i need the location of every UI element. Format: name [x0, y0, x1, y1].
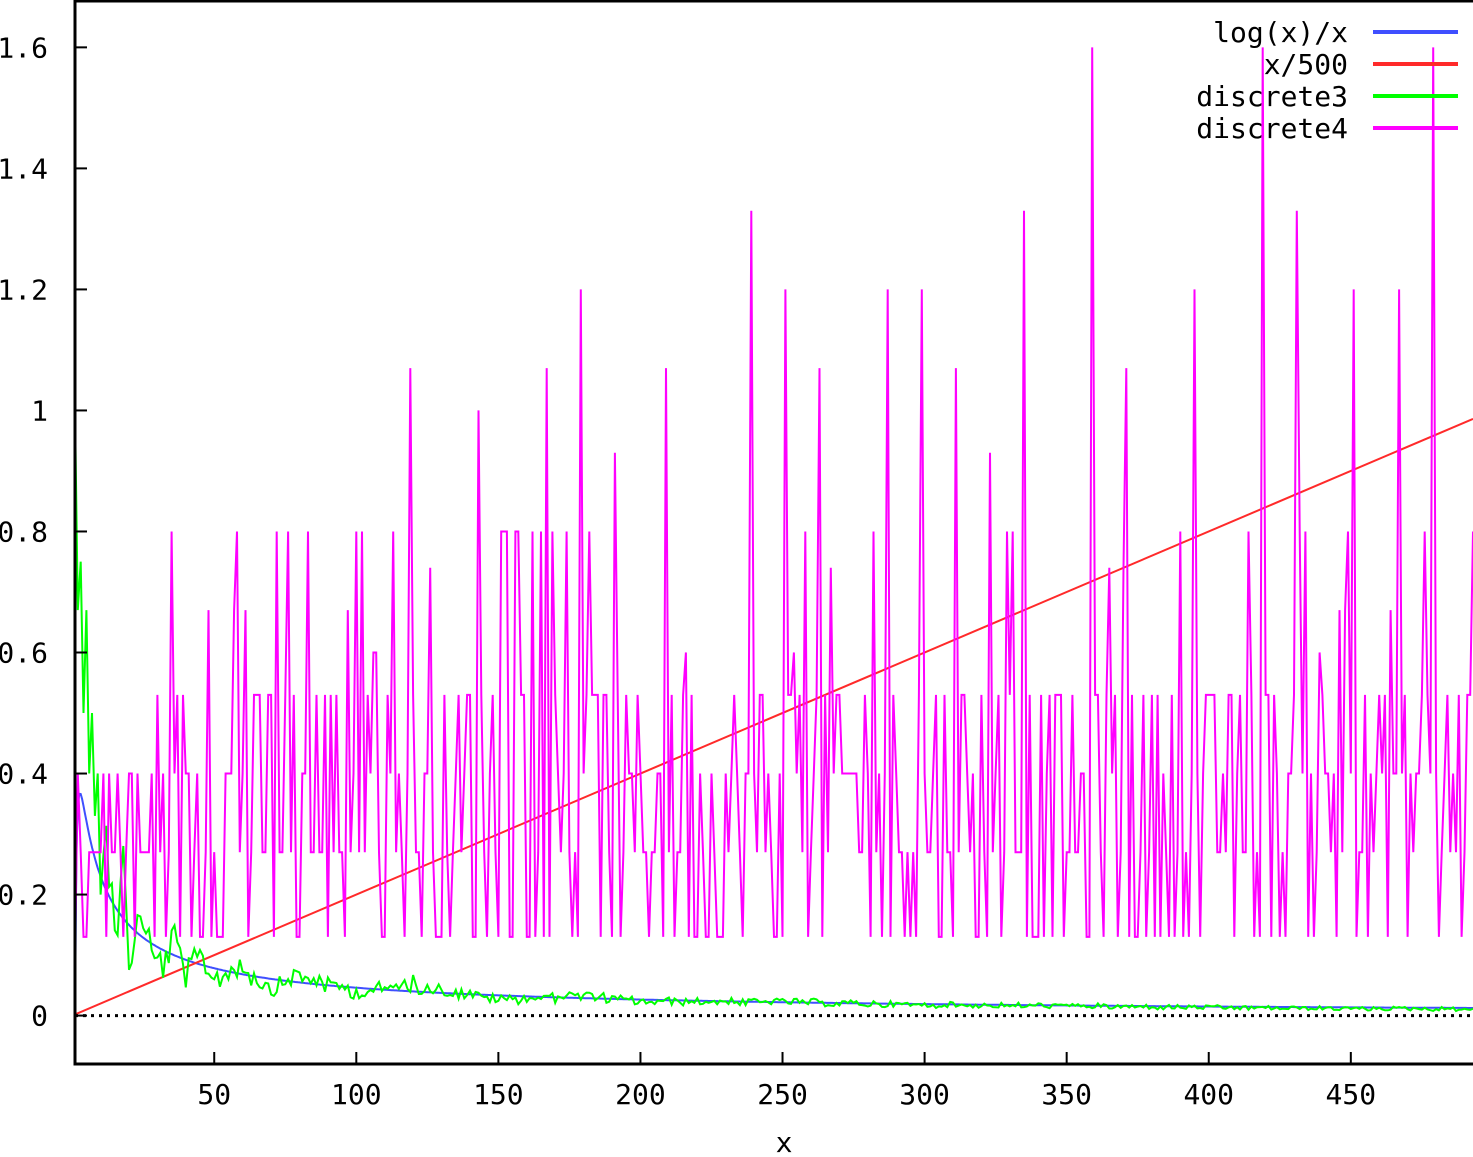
x-tick-label: 200 — [615, 1078, 666, 1111]
x-tick-label: 100 — [331, 1078, 382, 1111]
y-tick-label: 1.6 — [0, 31, 48, 64]
legend-label: discrete4 — [1196, 112, 1348, 145]
series-line-log-x-x — [75, 792, 1473, 1016]
y-tick-label: 1.2 — [0, 273, 48, 306]
y-tick-label: 0.2 — [0, 879, 48, 912]
legend-label: discrete3 — [1196, 80, 1348, 113]
legend-label: x/500 — [1264, 48, 1348, 81]
x-tick-label: 450 — [1326, 1078, 1377, 1111]
x-tick-label: 50 — [197, 1078, 231, 1111]
x-axis-title: x — [776, 1126, 793, 1157]
legend-label: log(x)/x — [1213, 16, 1348, 49]
y-tick-label: 1 — [31, 394, 48, 427]
y-tick-label: 0.6 — [0, 637, 48, 670]
axes: 0 0.2 0.4 0.6 0.8 1 1.2 1.4 1.6 50 100 150 200 250 300… — [0, 0, 1473, 1111]
y-tick-label: 0 — [31, 1000, 48, 1033]
series-line-discrete4 — [75, 47, 1473, 956]
x-tick-label: 150 — [473, 1078, 524, 1111]
x-tick-label: 400 — [1183, 1078, 1234, 1111]
legend: log(x)/xx/500discrete3discrete4 — [1196, 16, 1458, 145]
y-tick-label: 0.8 — [0, 515, 48, 548]
chart: 0 0.2 0.4 0.6 0.8 1 1.2 1.4 1.6 50 100 150 200 250 300… — [0, 0, 1473, 1157]
y-tick-label: 1.4 — [0, 152, 48, 185]
x-tick-label: 350 — [1041, 1078, 1092, 1111]
plot-area — [75, 47, 1473, 1018]
y-tick-label: 0.4 — [0, 758, 48, 791]
x-tick-label: 300 — [899, 1078, 950, 1111]
x-tick-label: 250 — [757, 1078, 808, 1111]
